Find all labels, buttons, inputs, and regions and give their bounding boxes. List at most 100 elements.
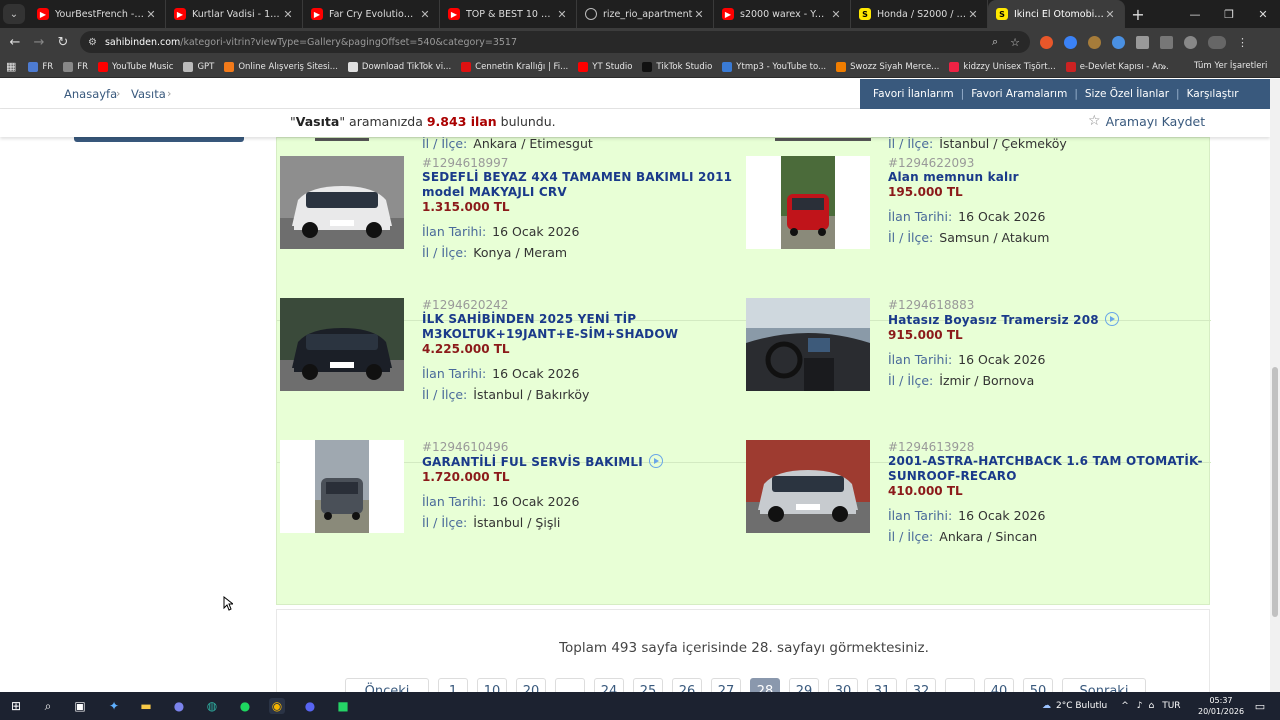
search-icon[interactable]: ⌕ <box>40 698 56 714</box>
site-info-icon[interactable]: ⚙ <box>88 37 97 48</box>
extension-icon[interactable] <box>1040 35 1053 49</box>
close-tab-icon[interactable]: ✕ <box>830 8 842 21</box>
video-play-icon[interactable] <box>648 454 663 468</box>
volume-icon[interactable]: ♪ <box>1137 701 1143 711</box>
bookmark-item[interactable]: Cennetin Krallığı | Fi... <box>461 61 568 72</box>
browser-tab[interactable]: rize_rio_apartment ✕ <box>577 0 714 28</box>
listing-title-link[interactable]: SEDEFLİ BEYAZ 4X4 TAMAMEN BAKIMLI 2011 m… <box>422 170 742 200</box>
browser-tab[interactable]: ▶ Far Cry Evolution of Stealth✕ <box>303 0 440 28</box>
notifications-icon[interactable]: ▭ <box>1252 698 1268 714</box>
page-button[interactable]: 1 <box>438 678 468 692</box>
page-button[interactable]: 40 <box>984 678 1014 692</box>
close-tab-icon[interactable]: ✕ <box>1104 8 1116 21</box>
close-tab-icon[interactable]: ✕ <box>145 8 157 21</box>
reload-icon[interactable]: ↻ <box>51 30 75 54</box>
favorite-listings-link[interactable]: Favori İlanlarım <box>873 88 954 100</box>
page-button[interactable]: 50 <box>1023 678 1053 692</box>
listing-title-link[interactable]: GARANTİLİ FUL SERVİS BAKIMLI <box>422 454 742 470</box>
bookmark-item[interactable]: GPT <box>183 61 214 72</box>
bookmark-item[interactable]: TikTok Studio <box>642 61 712 72</box>
scrollbar-thumb[interactable] <box>1272 367 1278 617</box>
menu-icon[interactable]: ⋮ <box>1237 36 1248 49</box>
chrome-icon[interactable]: ◉ <box>269 698 285 714</box>
listing-thumbnail[interactable] <box>746 298 870 391</box>
bookmark-item[interactable]: YT Studio <box>578 61 632 72</box>
page-button[interactable]: 29 <box>789 678 819 692</box>
page-button[interactable]: 27 <box>711 678 741 692</box>
page-button[interactable]: 31 <box>867 678 897 692</box>
bookmark-item[interactable]: FR <box>28 61 53 72</box>
previous-page-button[interactable]: Önceki <box>345 678 429 692</box>
file-explorer-icon[interactable]: ▬ <box>138 698 154 714</box>
close-tab-icon[interactable]: ✕ <box>419 8 431 21</box>
address-bar[interactable]: ⚙ sahibinden.com/kategori-vitrin?viewTyp… <box>80 31 1030 53</box>
extension-icon[interactable] <box>1064 35 1077 49</box>
breadcrumb-home[interactable]: Anasayfa <box>64 87 117 101</box>
weather-text[interactable]: 2°C Bulutlu <box>1056 701 1107 711</box>
task-view-icon[interactable]: ▣ <box>72 698 88 714</box>
page-button[interactable]: 20 <box>516 678 546 692</box>
bookmark-item[interactable]: Ytmp3 - YouTube to... <box>722 61 826 72</box>
listing-title-link[interactable]: Hatasız Boyasız Tramersiz 208 <box>888 312 1208 328</box>
profile-avatar[interactable] <box>1208 35 1226 49</box>
page-button[interactable]: 25 <box>633 678 663 692</box>
bookmarks-overflow-icon[interactable]: » <box>1160 60 1167 73</box>
page-button[interactable]: 10 <box>477 678 507 692</box>
zoom-icon[interactable]: ⌕ <box>992 35 998 49</box>
new-tab-button[interactable]: + <box>1125 5 1151 24</box>
favorite-searches-link[interactable]: Favori Aramalarım <box>971 88 1067 100</box>
bookmark-item[interactable]: Download TikTok vi... <box>347 61 451 72</box>
listing-thumbnail[interactable] <box>746 440 870 533</box>
page-button[interactable]: 24 <box>594 678 624 692</box>
page-button[interactable]: 28 <box>750 678 780 692</box>
bookmark-item[interactable]: Swozz Siyah Merce... <box>836 61 939 72</box>
browser-tab[interactable]: ▶ TOP & BEST 10 Showroom✕ <box>440 0 577 28</box>
all-bookmarks-folder[interactable]: Tüm Yer İşaretleri <box>1194 61 1267 71</box>
bookmark-item[interactable]: e-Devlet Kapısı - Ar... <box>1065 61 1169 72</box>
listing-thumbnail[interactable] <box>746 156 870 249</box>
close-tab-icon[interactable]: ✕ <box>693 8 705 21</box>
forward-icon[interactable]: → <box>27 30 51 54</box>
windows-start-icon[interactable]: ⊞ <box>8 698 24 714</box>
listing-title-link[interactable]: İLK SAHİBİNDEN 2025 YENİ TİP M3KOLTUK+19… <box>422 312 742 342</box>
save-search-button[interactable]: ☆ Aramayı Kaydet <box>1088 113 1205 129</box>
compare-link[interactable]: Karşılaştır <box>1187 88 1239 100</box>
tray-overflow-icon[interactable]: ^ <box>1121 701 1129 711</box>
listing-title-link[interactable]: Alan memnun kalır <box>888 170 1208 185</box>
incognito-icon[interactable] <box>1160 35 1173 49</box>
teams-icon[interactable]: ● <box>171 698 187 714</box>
browser-tab[interactable]: ▶ s2000 warex - YouTube✕ <box>714 0 851 28</box>
language-indicator[interactable]: TUR <box>1162 701 1180 711</box>
page-scrollbar[interactable] <box>1270 79 1280 692</box>
extensions-puzzle-icon[interactable] <box>1136 35 1149 49</box>
bookmark-item[interactable]: YouTube Music <box>98 61 173 72</box>
page-button[interactable]: 30 <box>828 678 858 692</box>
bookmark-star-icon[interactable]: ☆ <box>1010 36 1020 49</box>
back-icon[interactable]: ← <box>3 30 27 54</box>
tab-search-button[interactable]: ⌄ <box>3 4 25 24</box>
close-tab-icon[interactable]: ✕ <box>282 8 294 21</box>
spotify-icon[interactable]: ● <box>237 698 253 714</box>
discord-icon[interactable]: ● <box>302 698 318 714</box>
close-tab-icon[interactable]: ✕ <box>967 8 979 21</box>
listing-thumbnail[interactable] <box>280 156 404 249</box>
video-play-icon[interactable] <box>1104 312 1119 326</box>
listing-title-link[interactable]: 2001-ASTRA-HATCHBACK 1.6 TAM OTOMATİK-SU… <box>888 454 1208 484</box>
listing-thumbnail[interactable] <box>775 138 871 141</box>
network-icon[interactable]: ⌂ <box>1148 701 1154 711</box>
breadcrumb-category[interactable]: Vasıta <box>131 87 166 101</box>
listing-thumbnail[interactable] <box>280 440 404 533</box>
listing-thumbnail[interactable] <box>315 138 369 141</box>
extension-icon[interactable] <box>1112 35 1125 49</box>
pagination-ellipsis[interactable]: ... <box>945 678 975 692</box>
extension-icon[interactable] <box>1088 35 1101 49</box>
clock[interactable]: 05:37 20/01/2026 <box>1198 695 1244 717</box>
page-button[interactable]: 26 <box>672 678 702 692</box>
whatsapp-icon[interactable]: ■ <box>335 698 351 714</box>
pagination-ellipsis[interactable]: ... <box>555 678 585 692</box>
page-button[interactable]: 32 <box>906 678 936 692</box>
restore-icon[interactable]: ❐ <box>1212 0 1246 28</box>
browser-tab[interactable]: S İkinci El Otomobil, Motosiklet✕ <box>988 0 1125 28</box>
next-page-button[interactable]: Sonraki <box>1062 678 1146 692</box>
edge-icon[interactable]: ◍ <box>204 698 220 714</box>
